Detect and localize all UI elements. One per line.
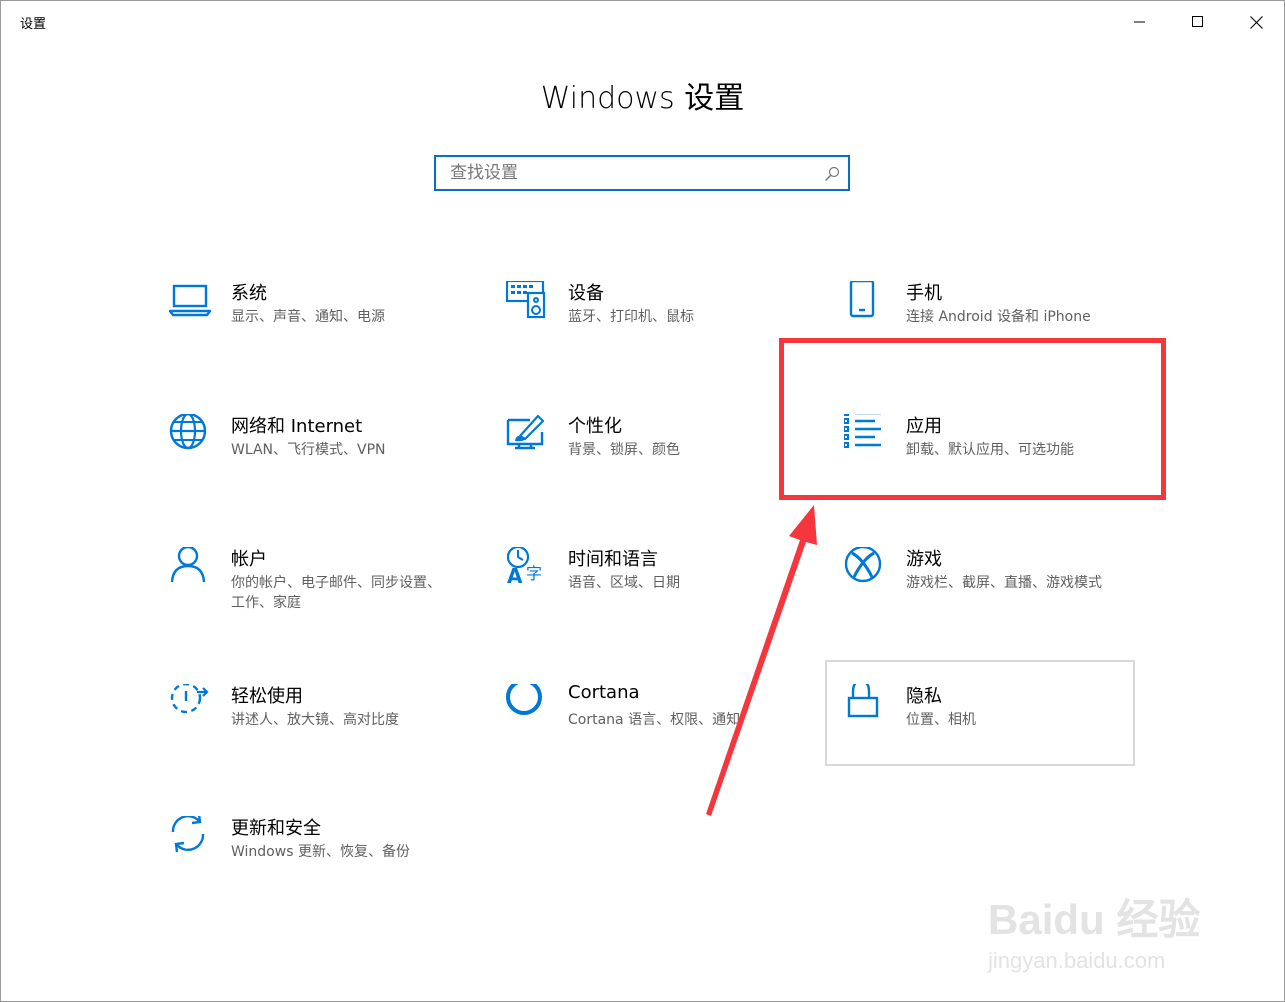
search-input[interactable] <box>450 161 810 185</box>
globe-icon <box>169 414 213 458</box>
tile-description: 卸载、默认应用、可选功能 <box>906 442 1074 458</box>
tile-description: 连接 Android 设备和 iPhone <box>906 309 1091 325</box>
ease-of-access-icon <box>169 684 213 728</box>
tile-description: Cortana 语言、权限、通知 <box>568 712 741 728</box>
tile-description: Windows 更新、恢复、备份 <box>231 844 410 860</box>
window-title: 设置 <box>20 17 47 32</box>
tile-title: 帐户 <box>231 549 267 570</box>
tile-description: WLAN、飞行模式、VPN <box>231 442 386 458</box>
settings-window: 设置 Windows 设置 系统 显示、声音、通知、电源 <box>0 0 1285 1002</box>
maximize-icon <box>1192 16 1203 27</box>
tile-privacy[interactable]: 隐私 位置、相机 <box>844 684 1144 794</box>
lock-icon <box>844 684 888 728</box>
tile-description: 背景、锁屏、颜色 <box>568 442 680 458</box>
tile-title: 轻松使用 <box>231 686 303 707</box>
maximize-button[interactable] <box>1169 1 1227 43</box>
search-box[interactable] <box>434 155 850 191</box>
tile-system[interactable]: 系统 显示、声音、通知、电源 <box>169 281 469 391</box>
tile-title: 手机 <box>906 283 942 304</box>
tile-network[interactable]: 网络和 Internet WLAN、飞行模式、VPN <box>169 414 469 524</box>
tile-apps[interactable]: 应用 卸载、默认应用、可选功能 <box>844 414 1144 524</box>
laptop-icon <box>169 281 213 325</box>
tile-gaming[interactable]: 游戏 游戏栏、截屏、直播、游戏模式 <box>844 547 1144 657</box>
tile-phone[interactable]: 手机 连接 Android 设备和 iPhone <box>844 281 1144 391</box>
app-list-icon <box>844 414 888 458</box>
close-button[interactable] <box>1227 1 1285 43</box>
tile-description: 游戏栏、截屏、直播、游戏模式 <box>906 575 1102 591</box>
tile-description: 蓝牙、打印机、鼠标 <box>568 309 694 325</box>
tile-title: Cortana <box>568 682 640 703</box>
tile-ease-of-access[interactable]: 轻松使用 讲述人、放大镜、高对比度 <box>169 684 469 794</box>
tile-description: 你的帐户、电子邮件、同步设置、工作、家庭 <box>231 575 441 611</box>
phone-icon <box>844 281 888 325</box>
tile-description: 讲述人、放大镜、高对比度 <box>231 712 399 728</box>
sync-icon <box>169 816 213 860</box>
svg-text:A: A <box>507 564 523 588</box>
tile-title: 个性化 <box>568 416 622 437</box>
keyboard-speaker-icon <box>506 281 550 325</box>
tile-description: 位置、相机 <box>906 712 976 728</box>
tile-accounts[interactable]: 帐户 你的帐户、电子邮件、同步设置、工作、家庭 <box>169 547 469 657</box>
tile-title: 系统 <box>231 283 267 304</box>
tile-title: 更新和安全 <box>231 818 321 839</box>
tile-title: 时间和语言 <box>568 549 658 570</box>
svg-text:字: 字 <box>526 564 542 583</box>
tile-cortana[interactable]: Cortana Cortana 语言、权限、通知 <box>506 682 806 794</box>
search-icon[interactable] <box>824 166 840 182</box>
tile-description: 语音、区域、日期 <box>568 575 680 591</box>
page-title: Windows 设置 <box>540 81 745 116</box>
person-icon <box>169 547 213 591</box>
close-icon <box>1249 15 1263 29</box>
tile-time-language[interactable]: A 字 时间和语言 语音、区域、日期 <box>506 547 806 657</box>
tile-description: 显示、声音、通知、电源 <box>231 309 385 325</box>
tile-title: 设备 <box>568 283 604 304</box>
tile-title: 网络和 Internet <box>231 416 363 437</box>
minimize-icon <box>1134 21 1145 23</box>
tile-title: 应用 <box>906 416 942 437</box>
time-language-icon: A 字 <box>506 547 550 591</box>
paint-brush-icon <box>506 414 550 458</box>
title-bar: 设置 <box>1 1 1284 43</box>
tile-title: 游戏 <box>906 549 942 570</box>
tile-devices[interactable]: 设备 蓝牙、打印机、鼠标 <box>506 281 806 391</box>
tile-title: 隐私 <box>906 686 942 707</box>
cortana-icon <box>506 684 550 728</box>
tile-update-security[interactable]: 更新和安全 Windows 更新、恢复、备份 <box>169 816 469 926</box>
minimize-button[interactable] <box>1111 1 1169 43</box>
xbox-icon <box>844 547 888 591</box>
tile-personalization[interactable]: 个性化 背景、锁屏、颜色 <box>506 414 806 524</box>
